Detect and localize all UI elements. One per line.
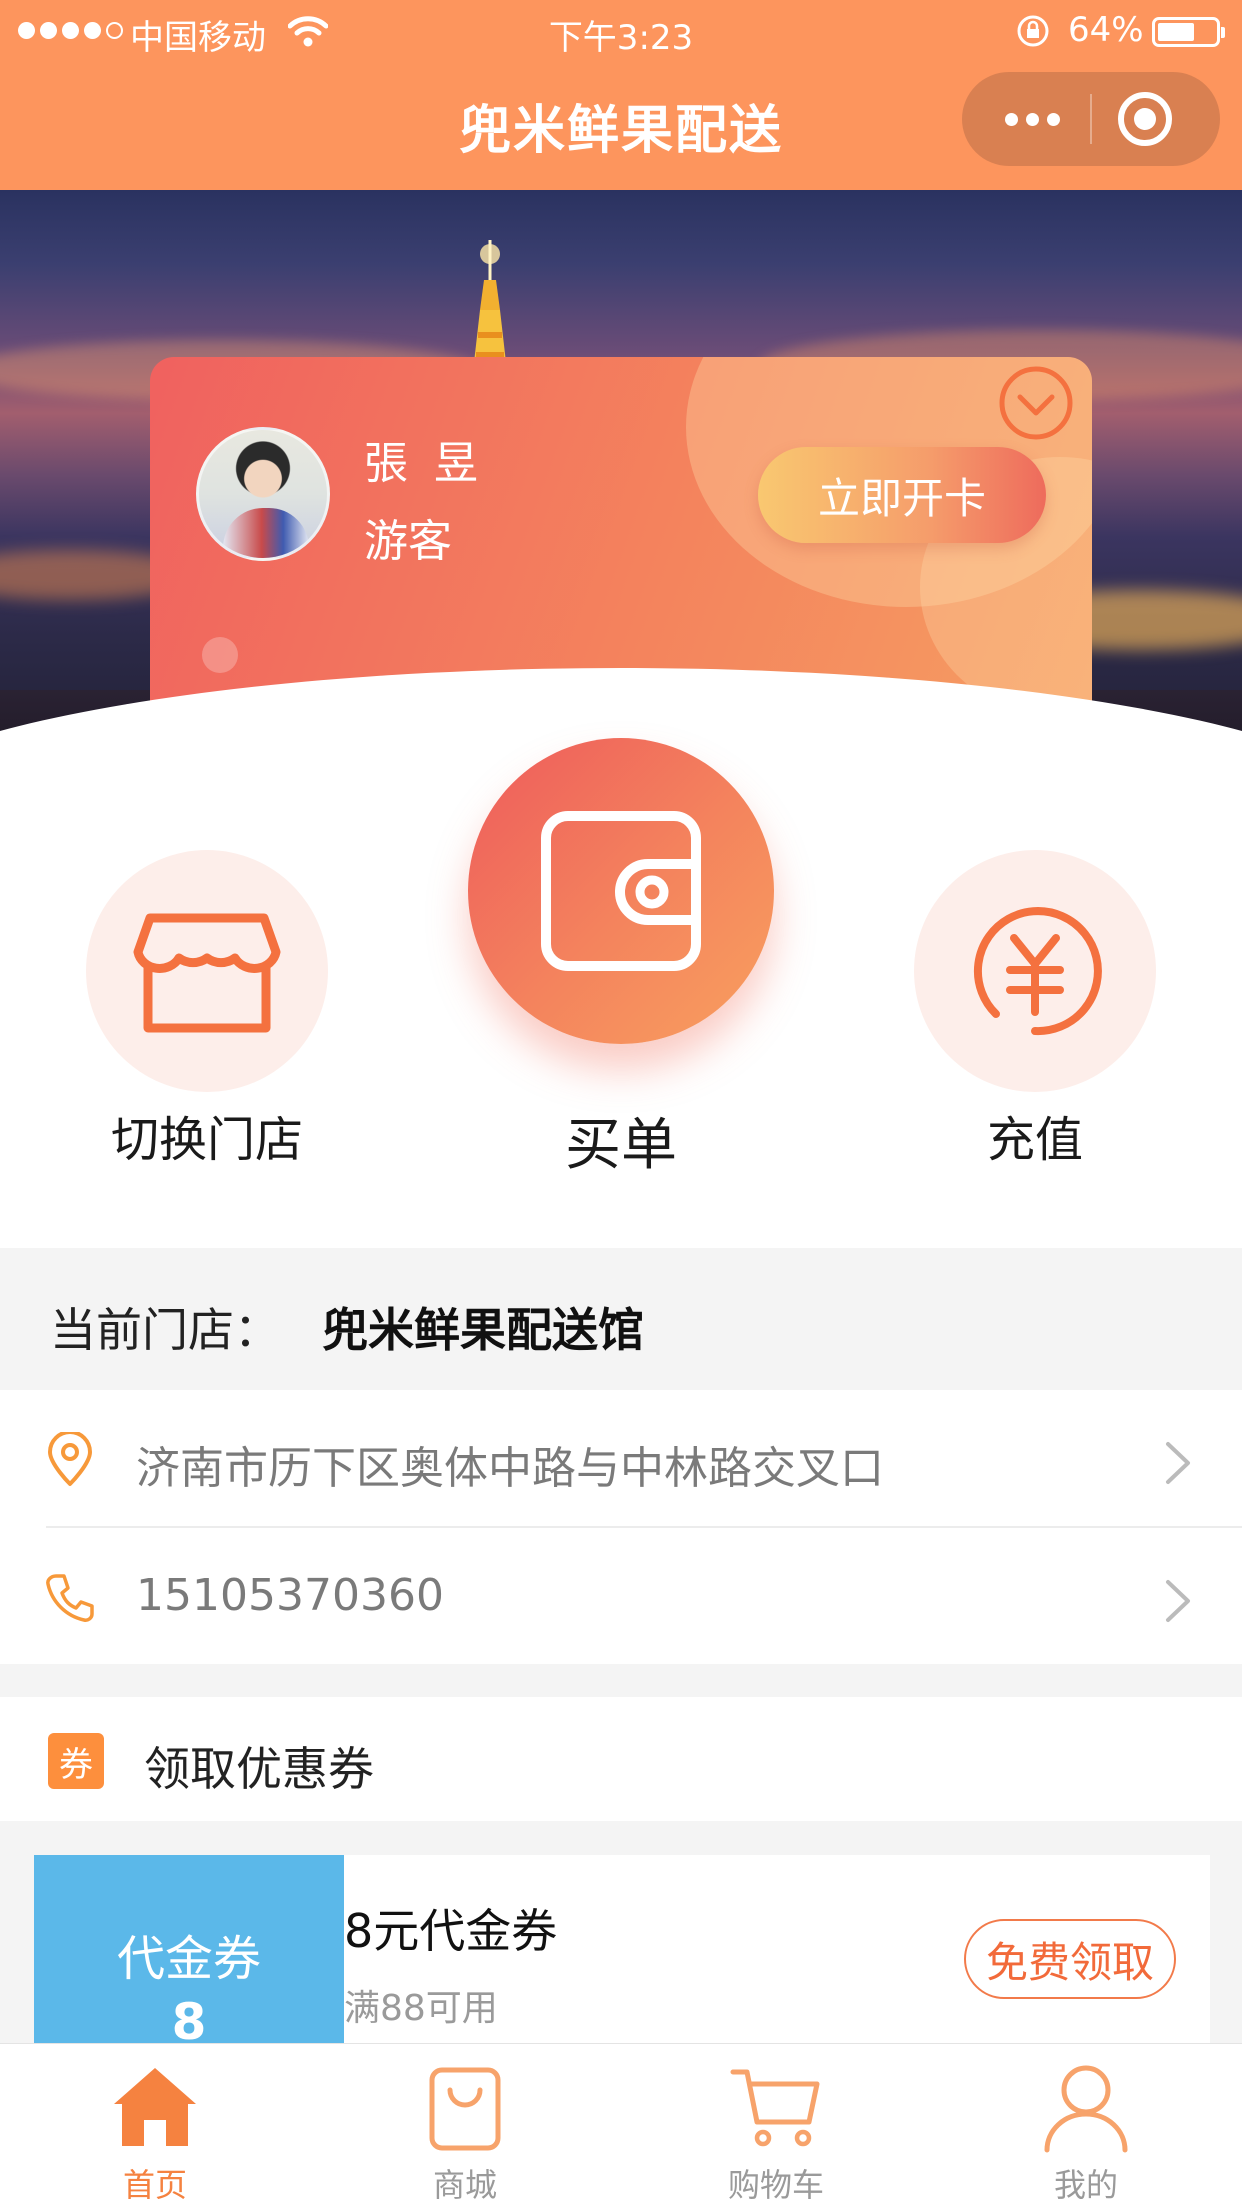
store-address: 济南市历下区奥体中路与中林路交叉口 — [136, 1443, 884, 1494]
status-time: 下午3:23 — [548, 18, 694, 58]
store-icon — [133, 913, 281, 1033]
tab-label-mine: 我的 — [1053, 2166, 1118, 2204]
top-bar: 中国移动 下午3:23 64% 兜米鲜果配送 — [0, 0, 1242, 190]
member-level: 游客 — [364, 516, 452, 567]
more-options-icon[interactable] — [992, 72, 1072, 166]
wallet-icon — [541, 811, 701, 971]
rotation-lock-icon — [1017, 15, 1049, 47]
user-name: 張 昱 — [364, 438, 484, 489]
current-store-bar: 当前门店： 兜米鲜果配送馆 — [0, 1248, 1242, 1390]
recharge-label: 充值 — [986, 1112, 1083, 1168]
yuan-coin-icon — [973, 907, 1102, 1036]
coupon-section-header: 券 领取优惠券 — [0, 1697, 1242, 1821]
switch-store-label: 切换门店 — [110, 1112, 303, 1168]
store-info-list: 济南市历下区奥体中路与中林路交叉口 15105370360 — [0, 1390, 1242, 1664]
status-bar: 中国移动 下午3:23 64% — [0, 0, 1242, 62]
chevron-down-icon[interactable] — [996, 363, 1076, 443]
home-icon — [114, 2068, 196, 2146]
coupon-section-title: 领取优惠券 — [144, 1742, 374, 1796]
tab-cart[interactable]: 购物车 — [621, 2044, 931, 2208]
pay-label: 买单 — [565, 1113, 677, 1178]
miniprogram-capsule — [962, 72, 1220, 166]
avatar[interactable] — [196, 427, 330, 561]
tab-mall[interactable]: 商城 — [310, 2044, 620, 2208]
switch-store-button[interactable] — [86, 850, 328, 1092]
close-miniprogram-icon[interactable] — [1118, 92, 1172, 146]
claim-coupon-button[interactable]: 免费领取 — [964, 1919, 1176, 1999]
pay-button[interactable] — [468, 738, 774, 1044]
coupon-name: 8元代金券 — [344, 1904, 558, 1958]
chevron-right-icon — [1166, 1580, 1190, 1622]
phone-icon — [46, 1574, 94, 1622]
open-card-button[interactable]: 立即开卡 — [758, 447, 1046, 543]
battery-percentage: 64% — [1068, 10, 1144, 50]
location-pin-icon — [48, 1432, 92, 1486]
tab-mine[interactable]: 我的 — [931, 2044, 1241, 2208]
app-root: 中国移动 下午3:23 64% 兜米鲜果配送 張 昱 游客 立即开卡 切换门店 … — [0, 0, 1242, 2208]
shopping-bag-icon — [429, 2067, 501, 2151]
coupon-condition: 满88可用 — [344, 1988, 498, 2029]
coupon-badge-icon: 券 — [48, 1733, 104, 1789]
quick-actions: 切换门店 买单 充值 — [0, 730, 1242, 1250]
recharge-button[interactable] — [914, 850, 1156, 1092]
phone-row[interactable]: 15105370360 — [0, 1528, 1242, 1664]
tab-home[interactable]: 首页 — [0, 2044, 310, 2208]
address-row[interactable]: 济南市历下区奥体中路与中林路交叉口 — [0, 1390, 1242, 1526]
tab-bar: 首页 商城 购物车 我的 — [0, 2043, 1242, 2208]
current-store-label: 当前门店： — [50, 1303, 280, 1357]
coupon-type: 代金券 — [116, 1931, 261, 1987]
capsule-divider — [1090, 94, 1092, 144]
store-phone: 15105370360 — [136, 1570, 444, 1621]
tab-label-mall: 商城 — [432, 2166, 497, 2204]
shopping-cart-icon — [730, 2069, 820, 2147]
current-store-name: 兜米鲜果配送馆 — [322, 1303, 644, 1357]
tab-label-home: 首页 — [122, 2166, 187, 2204]
chevron-right-icon — [1166, 1442, 1190, 1484]
battery-icon — [1152, 17, 1225, 47]
user-icon — [1044, 2065, 1128, 2153]
tab-label-cart: 购物车 — [727, 2166, 824, 2204]
